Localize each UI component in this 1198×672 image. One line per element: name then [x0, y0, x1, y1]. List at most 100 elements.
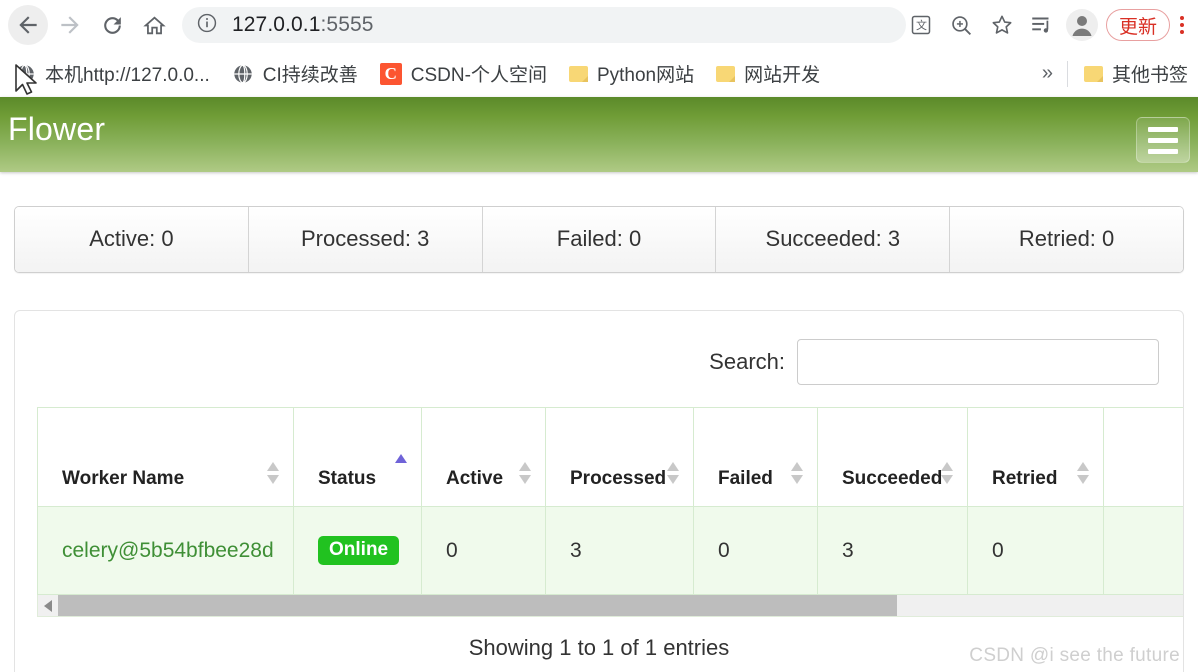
- arrow-left-icon: [19, 16, 37, 34]
- home-icon: [142, 16, 166, 34]
- bookmarks-overflow-button[interactable]: »: [1036, 62, 1067, 85]
- folder-icon: [568, 65, 588, 82]
- back-button[interactable]: [8, 5, 48, 45]
- bookmark-item[interactable]: 本机http://127.0.0...: [14, 60, 210, 87]
- horizontal-scrollbar[interactable]: [37, 595, 1183, 617]
- table-head: Worker Name Status Active Processed Fail…: [37, 407, 1183, 507]
- browser-menu-button[interactable]: [1170, 5, 1194, 45]
- profile-button[interactable]: [1062, 5, 1102, 45]
- hamburger-menu-icon[interactable]: [1136, 117, 1190, 163]
- home-button[interactable]: [134, 5, 174, 45]
- kebab-dot: [1180, 23, 1184, 27]
- cell-failed: 0: [693, 506, 818, 595]
- globe-icon: [232, 63, 254, 85]
- zoom-button[interactable]: [942, 5, 982, 45]
- media-button[interactable]: [1022, 5, 1062, 45]
- cell-retried: 0: [967, 506, 1104, 595]
- other-bookmarks-button[interactable]: 其他书签: [1083, 60, 1188, 87]
- column-header-status[interactable]: Status: [293, 407, 422, 507]
- globe-icon: [14, 63, 36, 85]
- sort-icon[interactable]: [267, 462, 279, 484]
- stat-succeeded[interactable]: Succeeded: 3: [716, 207, 951, 272]
- page-title[interactable]: Flower: [0, 113, 105, 145]
- info-circle-icon[interactable]: [196, 12, 218, 39]
- search-label: Search:: [709, 349, 785, 374]
- bookmark-label: 本机http://127.0.0...: [45, 65, 210, 86]
- column-header-processed[interactable]: Processed: [545, 407, 694, 507]
- reload-button[interactable]: [92, 5, 132, 45]
- bookmark-label: Python网站: [596, 65, 695, 86]
- profile-avatar-icon: [1065, 9, 1098, 41]
- scroll-left-arrow-icon[interactable]: [38, 595, 58, 616]
- workers-panel: Search: Worker Name Status Active Proces…: [14, 310, 1184, 672]
- column-header-worker-name[interactable]: Worker Name: [37, 407, 294, 507]
- forward-button[interactable]: [50, 5, 90, 45]
- bookmark-label: CSDN-个人空间: [410, 65, 547, 86]
- bookmark-item[interactable]: CI持续改善: [232, 60, 358, 87]
- watermark: CSDN @i see the future: [969, 645, 1180, 666]
- bookmark-star-button[interactable]: [982, 5, 1022, 45]
- scrollbar-track[interactable]: [58, 595, 1183, 616]
- stat-processed[interactable]: Processed: 3: [248, 207, 483, 272]
- column-header-failed[interactable]: Failed: [693, 407, 818, 507]
- bookmark-item[interactable]: C CSDN-个人空间: [379, 60, 547, 87]
- bookmarks-divider: [1066, 60, 1068, 87]
- column-label: Active: [446, 468, 504, 489]
- other-bookmarks-label: 其他书签: [1111, 65, 1188, 86]
- bookmark-item[interactable]: 网站开发: [716, 60, 820, 87]
- svg-text:文: 文: [916, 18, 927, 32]
- media-playlist-icon: [1032, 17, 1049, 33]
- star-icon: [992, 15, 1012, 34]
- column-header-active[interactable]: Active: [421, 407, 546, 507]
- column-header-succeeded[interactable]: Succeeded: [817, 407, 968, 507]
- search-row: Search:: [37, 311, 1161, 407]
- address-bar[interactable]: 127.0.0.1:5555: [182, 7, 906, 43]
- bookmark-item[interactable]: Python网站: [568, 60, 695, 87]
- cell-succeeded: 3: [817, 506, 968, 595]
- column-header-retried[interactable]: Retried: [967, 407, 1104, 507]
- sort-icon[interactable]: [941, 462, 953, 484]
- sort-icon[interactable]: [667, 462, 679, 484]
- worker-name-link[interactable]: celery@5b54bfbee28d: [62, 539, 274, 562]
- app-header: Flower: [0, 97, 1198, 172]
- hamburger-bar: [1148, 126, 1178, 132]
- scrollbar-thumb[interactable]: [58, 595, 897, 616]
- sort-icon[interactable]: [519, 462, 531, 484]
- column-label: Succeeded: [842, 468, 943, 489]
- bookmark-label: CI持续改善: [262, 65, 358, 86]
- table-body: celery@5b54bfbee28d Online 0 3 0 3 0: [37, 506, 1183, 595]
- url-port: :5555: [320, 13, 374, 36]
- hamburger-bar: [1148, 148, 1178, 154]
- update-label: 更新: [1118, 16, 1157, 38]
- translate-button[interactable]: 文: [902, 5, 942, 45]
- sort-icon[interactable]: [1077, 462, 1089, 484]
- sort-icon[interactable]: [791, 462, 803, 484]
- column-label: Status: [318, 468, 377, 489]
- update-button[interactable]: 更新: [1105, 9, 1170, 41]
- search-input[interactable]: [797, 339, 1159, 385]
- zoom-in-icon: [952, 15, 972, 35]
- workers-table-wrap: Worker Name Status Active Processed Fail…: [37, 407, 1183, 617]
- column-header-overflow: [1103, 407, 1183, 507]
- stat-retried[interactable]: Retried: 0: [950, 207, 1183, 272]
- column-label: Retried: [992, 468, 1058, 489]
- sort-ascending-icon[interactable]: [395, 454, 407, 476]
- stats-row: Active: 0 Processed: 3 Failed: 0 Succeed…: [14, 206, 1184, 273]
- toolbar-actions: 更新: [1022, 5, 1190, 45]
- cell-processed: 3: [545, 506, 694, 595]
- stat-failed[interactable]: Failed: 0: [482, 207, 717, 272]
- browser-toolbar: 127.0.0.1:5555 文 更新: [0, 0, 1198, 50]
- table-row[interactable]: celery@5b54bfbee28d Online 0 3 0 3 0: [37, 506, 1183, 595]
- status-badge: Online: [318, 536, 400, 565]
- reload-icon: [103, 16, 121, 34]
- stat-active[interactable]: Active: 0: [15, 207, 249, 272]
- url-text: 127.0.0.1:5555: [232, 13, 374, 37]
- url-host: 127.0.0.1: [232, 13, 321, 36]
- kebab-dot: [1180, 30, 1184, 34]
- table-header-row: Worker Name Status Active Processed Fail…: [37, 407, 1183, 507]
- browser-chrome: 127.0.0.1:5555 文 更新 本机http://127.0.0... …: [0, 0, 1198, 97]
- column-label: Worker Name: [62, 468, 185, 489]
- cell-active: 0: [421, 506, 546, 595]
- cell-worker-name: celery@5b54bfbee28d: [37, 506, 294, 595]
- column-label: Processed: [570, 468, 667, 489]
